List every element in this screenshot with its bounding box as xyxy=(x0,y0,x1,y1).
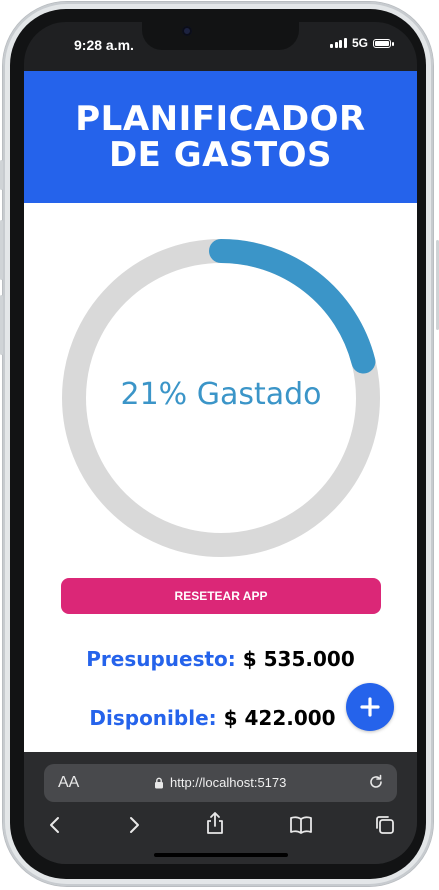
add-expense-button[interactable] xyxy=(346,683,394,731)
back-icon[interactable] xyxy=(48,814,62,836)
budget-row: Presupuesto: $ 535.000 xyxy=(24,647,417,671)
phone-screen: 9:28 a.m. 5G PLANIFICADOR DE GASTOS 21% … xyxy=(24,22,417,864)
text-size-button[interactable]: AA xyxy=(58,774,79,792)
side-button-mute xyxy=(0,160,3,190)
budget-value: $ 535.000 xyxy=(242,647,355,671)
app-content: PLANIFICADOR DE GASTOS 21% Gastado RESET… xyxy=(24,71,417,752)
bookmarks-icon[interactable] xyxy=(288,814,314,836)
browser-toolbar xyxy=(24,812,417,842)
progress-label: 21% Gastado xyxy=(120,377,322,412)
status-indicators: 5G xyxy=(330,36,394,50)
lock-icon xyxy=(155,777,163,788)
camera-icon xyxy=(182,26,192,36)
battery-icon xyxy=(373,38,394,48)
available-label: Disponible: xyxy=(89,706,217,730)
signal-icon xyxy=(330,38,347,48)
available-value: $ 422.000 xyxy=(223,706,336,730)
app-header: PLANIFICADOR DE GASTOS xyxy=(24,71,417,203)
side-button-volume-up xyxy=(0,220,3,280)
address-bar[interactable]: AA http://localhost:5173 xyxy=(44,764,397,802)
side-button-volume-down xyxy=(0,295,3,355)
reset-app-button[interactable]: RESETEAR APP xyxy=(61,578,381,614)
network-label: 5G xyxy=(351,36,368,50)
home-indicator xyxy=(154,853,288,857)
share-icon[interactable] xyxy=(204,810,226,836)
budget-label: Presupuesto: xyxy=(86,647,236,671)
text-size-label: AA xyxy=(58,774,80,791)
status-time: 9:28 a.m. xyxy=(74,37,134,53)
phone-device: 9:28 a.m. 5G PLANIFICADOR DE GASTOS 21% … xyxy=(0,0,439,890)
tabs-icon[interactable] xyxy=(374,814,396,836)
forward-icon[interactable] xyxy=(127,814,141,836)
browser-chrome: AA http://localhost:5173 xyxy=(24,752,417,864)
url-text: http://localhost:5173 xyxy=(170,775,287,790)
reload-icon[interactable] xyxy=(367,773,385,791)
page-title: PLANIFICADOR DE GASTOS xyxy=(75,99,366,175)
progress-gauge: 21% Gastado xyxy=(60,237,382,559)
notch xyxy=(142,22,299,50)
url-display[interactable]: http://localhost:5173 xyxy=(154,775,286,790)
plus-icon xyxy=(360,697,380,717)
